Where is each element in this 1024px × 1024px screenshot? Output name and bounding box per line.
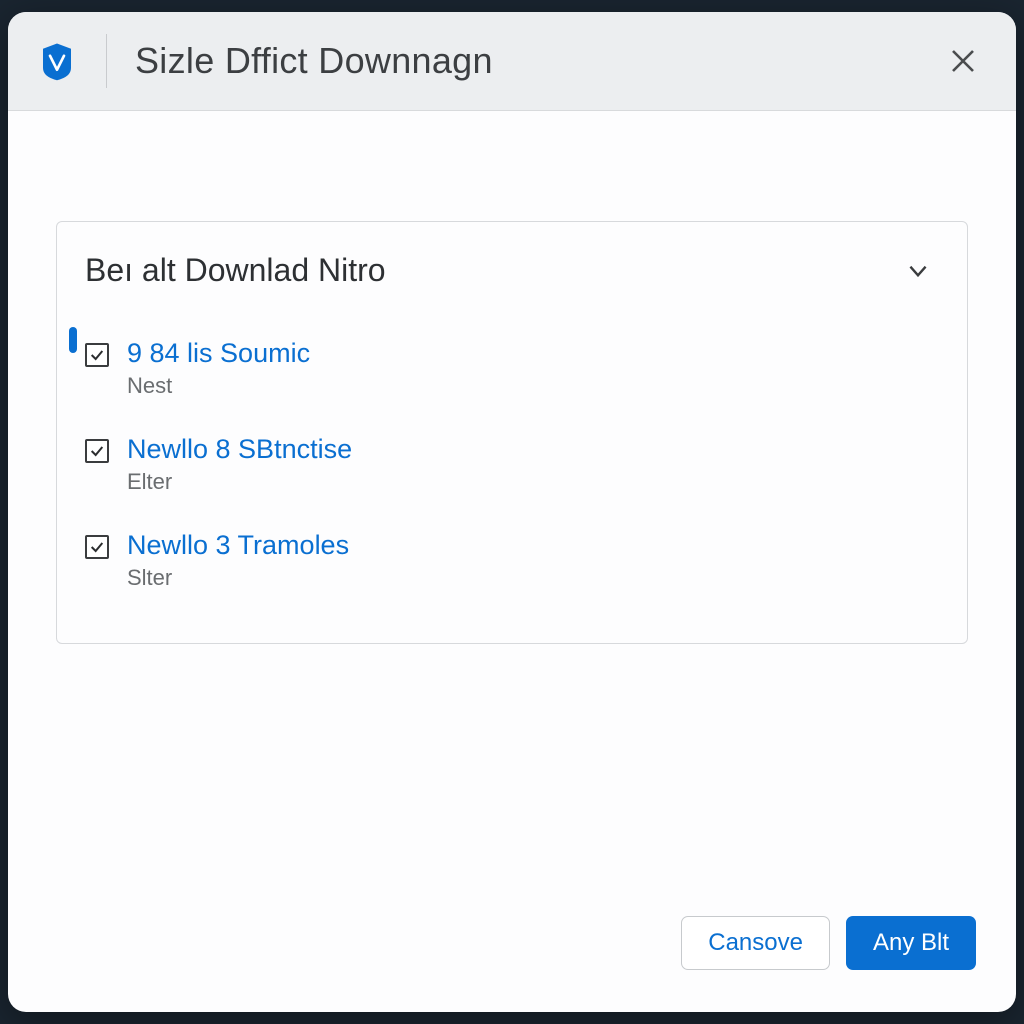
item-checkbox[interactable]	[85, 439, 109, 463]
item-subtitle: Slter	[127, 565, 349, 591]
dialog-content: Beı alt Downlad Nitro 9 84 lis Soumic Ne…	[8, 111, 1016, 916]
list-item: Newllo 8 SBtnctise Elter	[85, 417, 939, 513]
item-text-group: Newllo 8 SBtnctise Elter	[127, 433, 352, 495]
item-title[interactable]: Newllo 3 Tramoles	[127, 529, 349, 563]
dialog-window: Sizle Dffict Downnagn Beı alt Downlad Ni…	[8, 12, 1016, 1012]
item-text-group: 9 84 lis Soumic Nest	[127, 337, 310, 399]
item-title[interactable]: Newllo 8 SBtnctise	[127, 433, 352, 467]
dialog-footer: Cansove Any Blt	[8, 916, 1016, 1012]
list-item: 9 84 lis Soumic Nest	[85, 321, 939, 417]
spacer	[56, 644, 968, 916]
item-title[interactable]: 9 84 lis Soumic	[127, 337, 310, 371]
chevron-down-icon	[903, 256, 933, 286]
item-subtitle: Elter	[127, 469, 352, 495]
confirm-button[interactable]: Any Blt	[846, 916, 976, 970]
item-subtitle: Nest	[127, 373, 310, 399]
item-text-group: Newllo 3 Tramoles Slter	[127, 529, 349, 591]
panel-items: 9 84 lis Soumic Nest Newllo 8 SBtnctise …	[57, 313, 967, 643]
download-panel: Beı alt Downlad Nitro 9 84 lis Soumic Ne…	[56, 221, 968, 644]
close-button[interactable]	[940, 38, 986, 84]
panel-title: Beı alt Downlad Nitro	[85, 252, 386, 289]
list-item: Newllo 3 Tramoles Slter	[85, 513, 939, 609]
title-bar: Sizle Dffict Downnagn	[8, 12, 1016, 111]
item-checkbox[interactable]	[85, 343, 109, 367]
app-icon	[36, 40, 78, 82]
item-checkbox[interactable]	[85, 535, 109, 559]
panel-header[interactable]: Beı alt Downlad Nitro	[57, 222, 967, 313]
active-indicator	[69, 327, 77, 353]
title-divider	[106, 34, 107, 88]
dialog-title: Sizle Dffict Downnagn	[135, 40, 912, 82]
cancel-button[interactable]: Cansove	[681, 916, 830, 970]
